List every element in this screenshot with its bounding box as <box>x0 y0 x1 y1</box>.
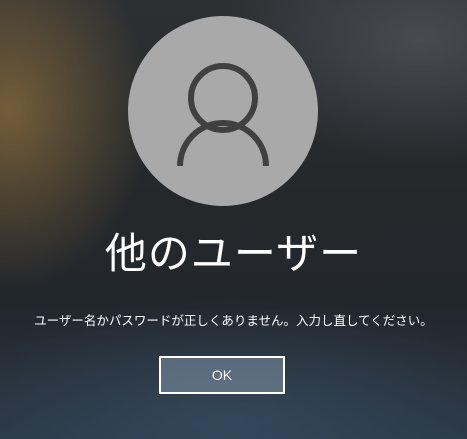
user-avatar <box>128 16 318 206</box>
error-message: ユーザー名かパスワードが正しくありません。入力し直してください。 <box>34 313 433 328</box>
ok-button[interactable]: OK <box>159 356 285 394</box>
lock-screen: 他のユーザー ユーザー名かパスワードが正しくありません。入力し直してください。 … <box>0 0 467 439</box>
user-silhouette-icon <box>177 63 269 167</box>
user-name-label: 他のユーザー <box>104 229 363 278</box>
